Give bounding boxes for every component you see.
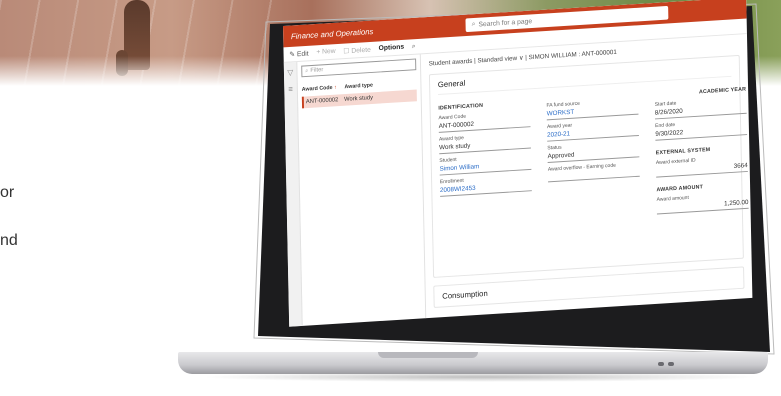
list-pane: ⌕ Filter Award Code ↑ Award type ANT-000…	[297, 54, 427, 326]
new-button[interactable]: + New	[316, 48, 336, 56]
filter-icon[interactable]: ▽	[284, 68, 297, 78]
search-placeholder: Search for a page	[478, 17, 533, 28]
marketing-stage: or nd Finance and Operations ⌕ Search fo…	[0, 0, 781, 396]
delete-button[interactable]: ☐ Delete	[343, 45, 371, 54]
row-award-type: Work study	[344, 95, 374, 103]
list-filter-input[interactable]: ⌕ Filter	[301, 58, 417, 78]
edit-icon: ✎	[289, 50, 296, 59]
column-header-award-code[interactable]: Award Code ↑	[302, 85, 337, 93]
hamburger-icon[interactable]: ≡	[284, 84, 297, 94]
laptop: Finance and Operations ⌕ Search for a pa…	[0, 0, 781, 396]
laptop-base	[178, 352, 768, 374]
search-icon: ⌕	[471, 20, 476, 28]
delete-icon: ☐	[343, 47, 350, 55]
general-fasttab: General IDENTIFICATION Award Code ANT-00…	[428, 54, 749, 278]
detail-pane: Student awards | Standard view ∨ | SIMON…	[421, 34, 753, 318]
fund-group: FA fund source WORKST Award year 2020-21…	[546, 93, 640, 183]
app-window: Finance and Operations ⌕ Search for a pa…	[283, 0, 753, 327]
page-body: ▽ ≡ ⌕ Filter Award Code ↑ Award type ANT…	[283, 34, 753, 327]
list-item[interactable]: ANT-000002 Work study	[301, 89, 417, 109]
search-icon[interactable]: ⌕	[412, 43, 416, 51]
row-award-code: ANT-000002	[305, 97, 339, 106]
search-icon: ⌕	[305, 67, 309, 74]
app-title: Finance and Operations	[290, 26, 374, 41]
academic-year-group: ACADEMIC YEAR Start date 8/26/2020 End d…	[654, 87, 749, 215]
column-header-award-type[interactable]: Award type	[344, 83, 373, 91]
identification-group: IDENTIFICATION Award Code ANT-000002 Awa…	[438, 100, 532, 197]
edit-button[interactable]: ✎ Edit	[289, 49, 308, 58]
sort-arrow-icon: ↑	[334, 84, 337, 91]
filter-placeholder: Filter	[310, 67, 324, 74]
add-icon: +	[316, 48, 321, 56]
options-tab[interactable]: Options	[378, 44, 404, 52]
